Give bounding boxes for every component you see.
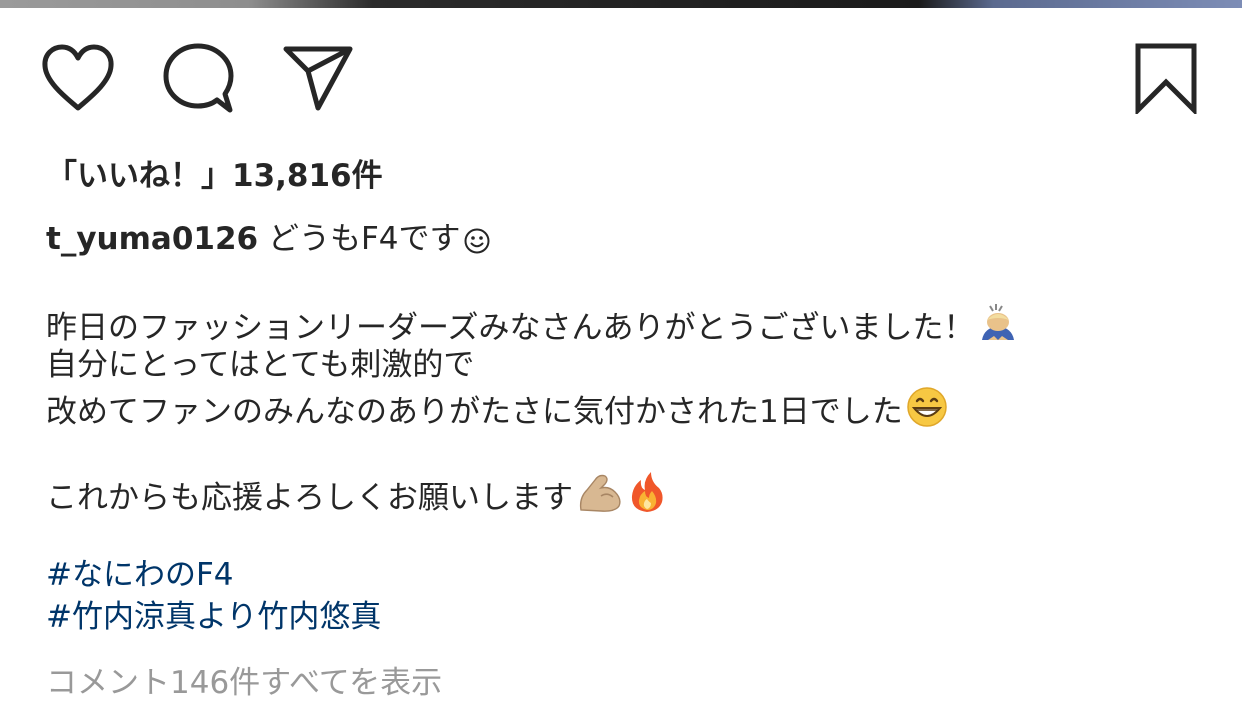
flexed-biceps-icon xyxy=(575,472,625,525)
comment-button[interactable] xyxy=(160,40,236,116)
post-caption: t_yuma0126 どうもF4です 昨日のファッションリーダーズみなさんありが… xyxy=(46,218,1196,638)
post-photo-bottom-edge[interactable] xyxy=(0,0,1242,8)
post-action-bar xyxy=(0,40,1242,120)
heart-icon xyxy=(42,44,114,111)
caption-line-stimulating: 自分にとってはとても刺激的で xyxy=(46,347,475,383)
caption-line-support: これからも応援よろしくお願いします xyxy=(46,480,573,516)
caption-first-line: どうもF4です xyxy=(267,221,461,257)
bookmark-icon xyxy=(1135,43,1197,114)
view-all-comments-link[interactable]: コメント146件すべてを表示 xyxy=(46,657,442,702)
caption-line-gratitude: 改めてファンのみんなのありがたさに気付かされた1日でした xyxy=(46,394,903,430)
paper-plane-icon xyxy=(283,46,353,111)
bowing-person-icon xyxy=(976,302,1020,355)
caption-username[interactable]: t_yuma0126 xyxy=(46,221,258,257)
caption-line-thanks: 昨日のファッションリーダーズみなさんありがとうございました！ xyxy=(46,310,975,346)
hashtag-link[interactable]: #なにわのF4 xyxy=(46,557,234,593)
grinning-face-icon xyxy=(905,386,949,439)
save-button[interactable] xyxy=(1128,40,1204,116)
like-button[interactable] xyxy=(40,40,116,116)
hashtag-link[interactable]: #竹内涼真より竹内悠真 xyxy=(46,599,381,635)
speech-bubble-icon xyxy=(163,43,234,113)
smiling-face-icon xyxy=(463,224,491,266)
fire-icon xyxy=(627,470,667,525)
likes-count[interactable]: 「いいね！」13,816件 xyxy=(46,150,383,195)
share-button[interactable] xyxy=(280,40,356,116)
